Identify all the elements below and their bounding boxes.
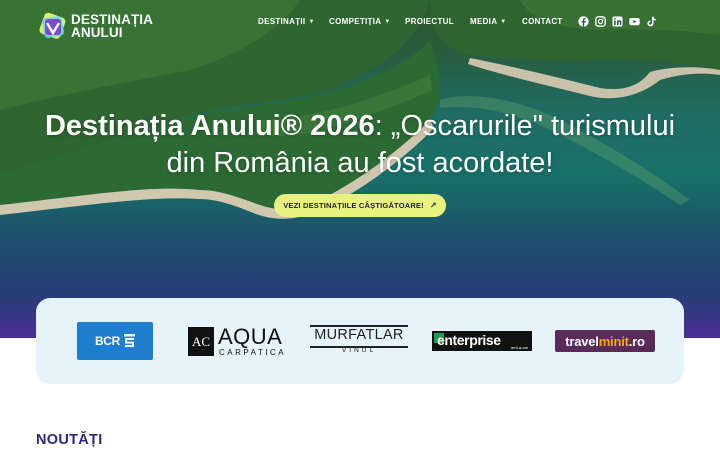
enterprise-main-text: enterprise <box>437 332 501 348</box>
youtube-icon[interactable] <box>629 14 640 26</box>
enterprise-logo[interactable]: enterprise rent-a-car <box>432 331 532 351</box>
murfatlar-sub-text: VINUL <box>341 347 377 354</box>
menu-label: PROIECTUL <box>405 17 454 26</box>
linkedin-icon[interactable] <box>612 14 623 27</box>
logo-line-2: ANULUI <box>71 25 123 40</box>
tiktok-icon[interactable] <box>646 14 657 27</box>
murfatlar-logo[interactable]: MURFATLAR VINUL <box>309 322 409 360</box>
cta-label: VEZI DESTINAȚIILE CÂȘTIGĂTOARE! <box>283 201 424 210</box>
aqua-monogram: AC <box>188 327 214 356</box>
arrow-up-right-icon: ↗ <box>429 201 437 210</box>
hero-section: DESTINAȚIA ANULUI DESTINAȚII ▼ COMPETIȚIA… <box>0 0 720 338</box>
menu-label: CONTACT <box>522 17 563 26</box>
bcr-logo[interactable]: BCR <box>77 322 153 360</box>
menu-item-contact[interactable]: CONTACT <box>522 17 563 26</box>
aqua-main-text: AQUA <box>218 324 283 349</box>
menu-label: MEDIA <box>470 17 498 26</box>
travelminit-b: minit <box>598 333 629 349</box>
sponsors-band: BCR AC AQUA CARPATICA MURFATLAR VINUL en… <box>36 298 684 384</box>
menu-label: DESTINAȚII <box>258 17 306 26</box>
travelminit-a: travel <box>565 333 599 349</box>
logo-wordmark[interactable]: DESTINAȚIA ANULUI <box>71 13 153 40</box>
aqua-sub-text: CARPATICA <box>219 348 287 357</box>
chevron-down-icon: ▼ <box>308 19 315 25</box>
destinatia-anului-logo[interactable] <box>37 11 69 43</box>
murfatlar-main-text: MURFATLAR <box>314 327 404 343</box>
menu-item-proiectul[interactable]: PROIECTUL <box>405 17 454 26</box>
aqua-carpatica-logo[interactable]: AC AQUA CARPATICA <box>188 322 288 360</box>
menu-label: COMPETIȚIA <box>329 17 382 26</box>
bcr-s-mark-icon <box>124 333 136 347</box>
headline-bold: Destinația Anului® 2026 <box>44 110 375 142</box>
facebook-icon[interactable] <box>578 14 589 27</box>
travelminit-c: .ro <box>628 333 645 349</box>
top-navigation: DESTINAȚIA ANULUI DESTINAȚII ▼ COMPETIȚIA… <box>0 0 720 44</box>
menu-item-media[interactable]: MEDIA ▼ <box>470 17 507 26</box>
chevron-down-icon: ▼ <box>500 19 507 25</box>
social-links <box>578 14 657 27</box>
travelminit-logo[interactable]: travel minit .ro <box>555 330 655 352</box>
news-section-title: NOUTĂȚI <box>36 432 103 448</box>
hero-headline: Destinația Anului® 2026: „Oscarurile" tu… <box>40 108 680 182</box>
bcr-text: BCR <box>94 334 121 348</box>
enterprise-sub-text: rent-a-car <box>510 345 528 350</box>
view-winners-button[interactable]: VEZI DESTINAȚIILE CÂȘTIGĂTOARE! ↗ <box>274 194 446 217</box>
instagram-icon[interactable] <box>595 14 606 27</box>
chevron-down-icon: ▼ <box>384 19 391 25</box>
menu-item-competitia[interactable]: COMPETIȚIA ▼ <box>329 17 391 26</box>
menu-item-destinatii[interactable]: DESTINAȚII ▼ <box>258 17 315 26</box>
